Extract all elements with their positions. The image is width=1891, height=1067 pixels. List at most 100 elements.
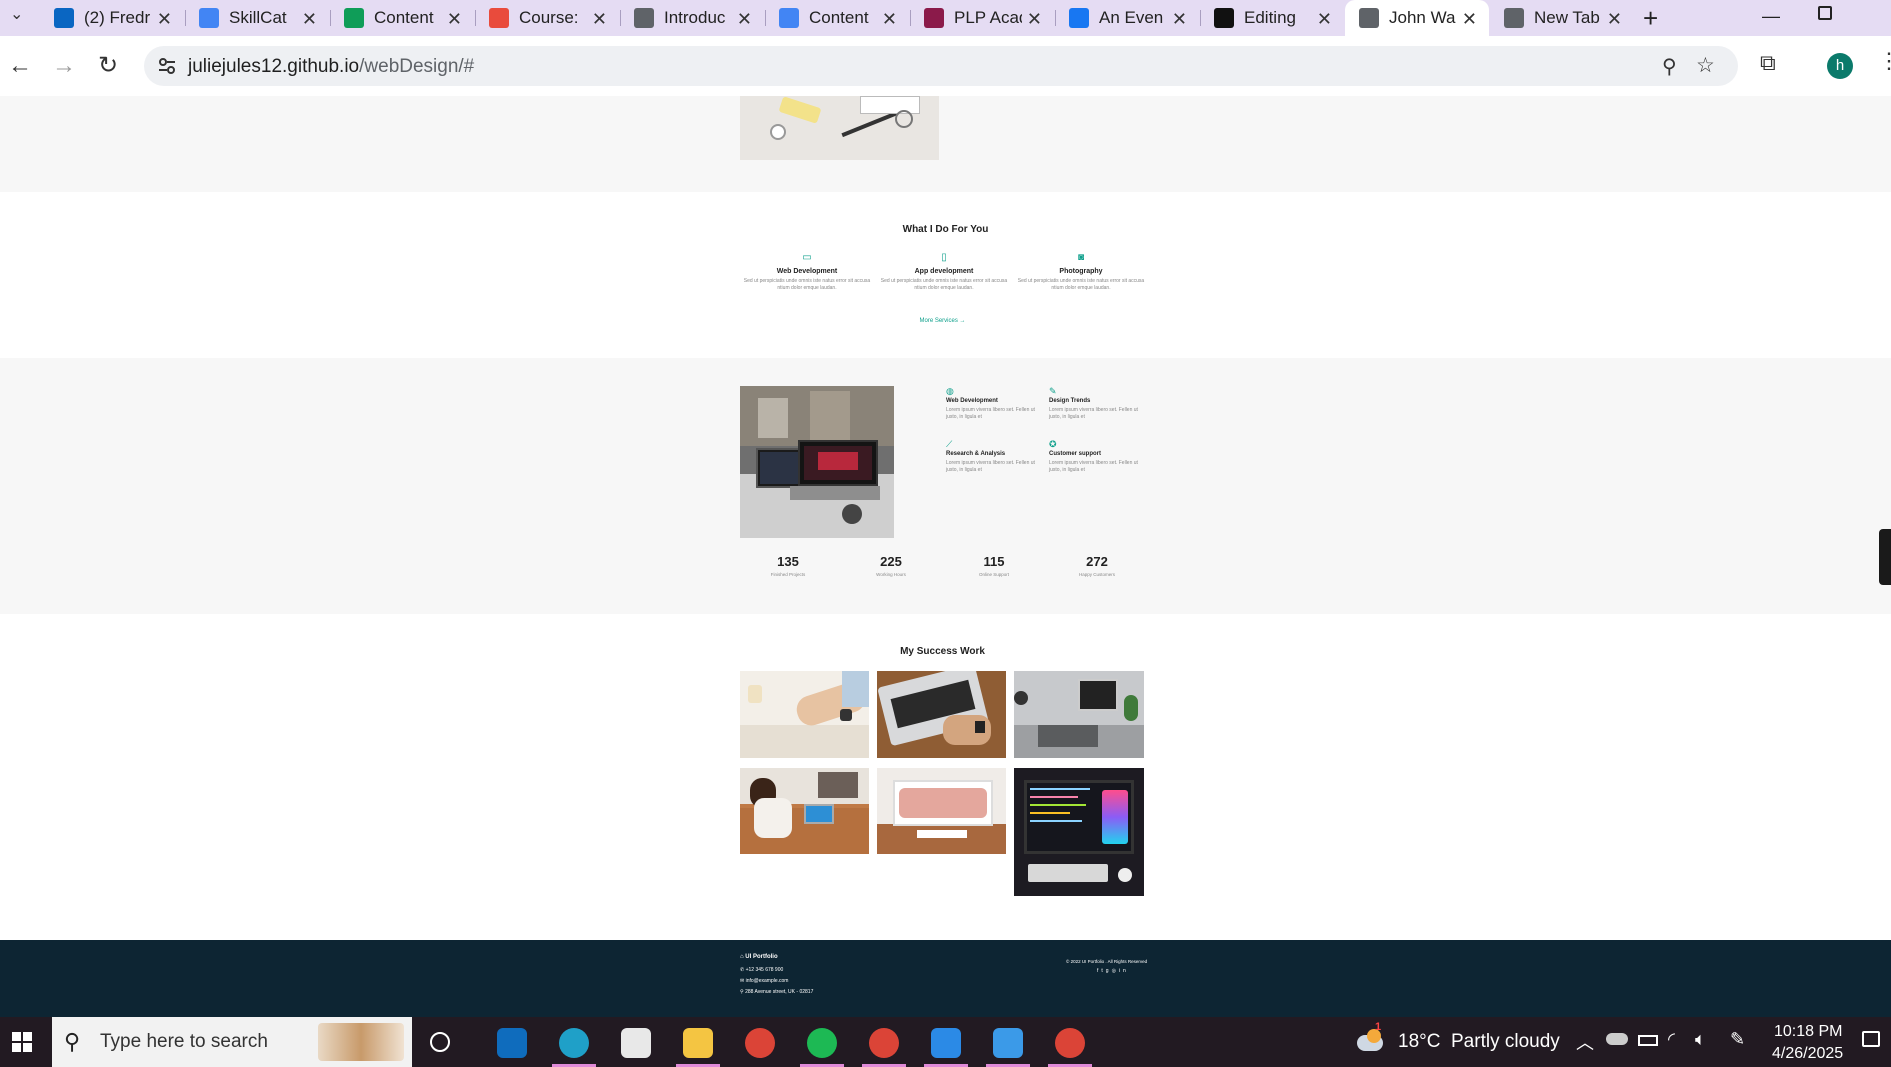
tray-chevron-icon[interactable]: ︿ [1576, 1029, 1594, 1055]
linkedin-icon [54, 8, 74, 28]
volume-icon[interactable]: 🔈︎ [1695, 1029, 1706, 1050]
chrome-alt-icon[interactable] [1055, 1028, 1085, 1058]
instagram-icon[interactable]: ◎ [1112, 968, 1119, 974]
github-icon [1214, 8, 1234, 28]
start-button[interactable] [12, 1032, 32, 1052]
pencil-icon: ✎ [1049, 386, 1057, 396]
tab-close-icon[interactable]: ✕ [592, 9, 607, 30]
portfolio-image-laptop-typing[interactable] [877, 671, 1006, 758]
plp-icon [924, 8, 944, 28]
footer-address: ⚲ 288 Avenue street, UK - 02817 [740, 989, 814, 995]
browser-tab[interactable]: An Even ✕ [1055, 0, 1199, 36]
reload-button[interactable]: ↻ [92, 50, 124, 82]
portfolio-image-hands-desk[interactable] [740, 671, 869, 758]
clock-time[interactable]: 10:18 PM [1774, 1023, 1842, 1041]
feature-title: Design Trends [1049, 398, 1091, 404]
docs-icon [199, 8, 219, 28]
battery-icon[interactable] [1638, 1035, 1658, 1046]
tab-close-icon[interactable]: ✕ [882, 9, 897, 30]
browser-tab[interactable]: New Tab ✕ [1490, 0, 1634, 36]
vscode-icon[interactable] [931, 1028, 961, 1058]
search-highlight-image [318, 1023, 404, 1061]
task-view-icon[interactable] [430, 1032, 450, 1052]
stat-label: Working Hours [876, 572, 906, 577]
outlook-icon[interactable] [497, 1028, 527, 1058]
portfolio-image-woman-laptop[interactable] [740, 768, 869, 854]
search-icon: ⚲ [64, 1029, 81, 1054]
more-services-link[interactable]: More Services → [0, 318, 1885, 324]
chrome-icon[interactable] [745, 1028, 775, 1058]
browser-tab[interactable]: SkillCat ✕ [185, 0, 329, 36]
chrome-profile-icon[interactable] [869, 1028, 899, 1058]
tab-close-icon[interactable]: ✕ [302, 9, 317, 30]
feature-title: Customer support [1049, 451, 1102, 457]
edge-icon[interactable] [559, 1028, 589, 1058]
browser-tab[interactable]: Content ✕ [765, 0, 909, 36]
store-icon[interactable] [621, 1028, 651, 1058]
extensions-icon[interactable]: ⧉ [1760, 50, 1776, 76]
wifi-icon[interactable]: ◜ [1668, 1029, 1675, 1050]
footer-email[interactable]: ✉ info@example.com [740, 978, 788, 984]
browser-tab[interactable]: Introduc ✕ [620, 0, 764, 36]
zoom-icon[interactable]: ⚲ [1662, 54, 1677, 79]
feature-title: Web Development [946, 398, 998, 404]
tab-close-icon[interactable]: ✕ [737, 9, 752, 30]
side-floating-toolbar[interactable] [1879, 529, 1891, 585]
service-text: Sed ut perspiciatis unde omnis iste natu… [743, 278, 871, 291]
weather-text[interactable]: 18°C Partly cloudy [1398, 1031, 1560, 1053]
tab-close-icon[interactable]: ✕ [1607, 9, 1622, 30]
photos-icon[interactable] [993, 1028, 1023, 1058]
search-placeholder: Type here to search [100, 1031, 268, 1052]
portfolio-image-code-monitor[interactable] [1014, 768, 1144, 896]
notification-icon[interactable] [1862, 1031, 1880, 1047]
support-icon: ✪ [1049, 439, 1057, 449]
browser-menu-icon[interactable]: ⋮ [1878, 48, 1891, 74]
mobile-icon: ▯ [941, 252, 947, 263]
forward-button[interactable]: → [48, 50, 80, 82]
service-card: ▭ Web Development Sed ut perspiciatis unde… [742, 252, 872, 292]
new-tab-button[interactable]: + [1643, 0, 1658, 36]
services-title: What I Do For You [902, 224, 989, 235]
clock-date[interactable]: 4/26/2025 [1772, 1045, 1843, 1063]
features-section: ◍ Web Development Lorem ipsum viverra libe… [0, 358, 1891, 614]
browser-tab[interactable]: Content ✕ [330, 0, 474, 36]
browser-tab[interactable]: Course: ✕ [475, 0, 619, 36]
onedrive-icon[interactable] [1606, 1033, 1628, 1045]
browser-tab[interactable]: (2) Fredr ✕ [40, 0, 184, 36]
browser-tab[interactable]: Editing ✕ [1200, 0, 1344, 36]
taskbar-search-box[interactable]: ⚲ Type here to search [52, 1017, 412, 1067]
file-explorer-icon[interactable] [683, 1028, 713, 1058]
services-section: What I Do For You ▭ Web Development Sed ut… [0, 192, 1891, 358]
tab-title: Content [809, 8, 869, 27]
weather-icon[interactable]: 1 [1357, 1021, 1387, 1053]
tab-search-chevron-icon[interactable]: ⌄ [10, 4, 23, 24]
bookmark-star-icon[interactable]: ☆ [1696, 53, 1715, 78]
laptop-office-image [740, 386, 894, 538]
omnibox[interactable]: juliejules12.github.io/webDesign/# ⚲ ☆ [144, 46, 1738, 86]
stat-label: Online Support [978, 572, 1010, 577]
spotify-icon[interactable] [807, 1028, 837, 1058]
facebook-icon [1069, 8, 1089, 28]
browser-tab[interactable]: John Wa ✕ [1345, 0, 1489, 36]
minimize-button[interactable]: — [1762, 6, 1780, 27]
feature-item: ◍ Web Development Lorem ipsum viverra libe… [946, 386, 1041, 421]
service-text: Sed ut perspiciatis unde omnis iste natu… [880, 278, 1008, 291]
tab-close-icon[interactable]: ✕ [447, 9, 462, 30]
tab-title: John Wa [1389, 8, 1456, 27]
tab-close-icon[interactable]: ✕ [157, 9, 172, 30]
back-button[interactable]: ← [4, 50, 36, 82]
service-title: Photography [1059, 268, 1103, 275]
site-settings-icon[interactable] [158, 57, 176, 75]
pen-icon[interactable]: ✎ [1730, 1029, 1745, 1050]
tab-close-icon[interactable]: ✕ [1462, 9, 1477, 30]
profile-avatar[interactable]: h [1827, 53, 1853, 79]
tab-close-icon[interactable]: ✕ [1027, 9, 1042, 30]
social-links: ftg◎in [1097, 968, 1129, 974]
tab-close-icon[interactable]: ✕ [1317, 9, 1332, 30]
linkedin-icon[interactable]: in [1119, 968, 1129, 974]
tab-close-icon[interactable]: ✕ [1172, 9, 1187, 30]
portfolio-image-workspace-plant[interactable] [1014, 671, 1144, 758]
restore-button[interactable] [1818, 6, 1832, 20]
browser-tab[interactable]: PLP Acad ✕ [910, 0, 1054, 36]
portfolio-image-monitor-desk[interactable] [877, 768, 1006, 854]
